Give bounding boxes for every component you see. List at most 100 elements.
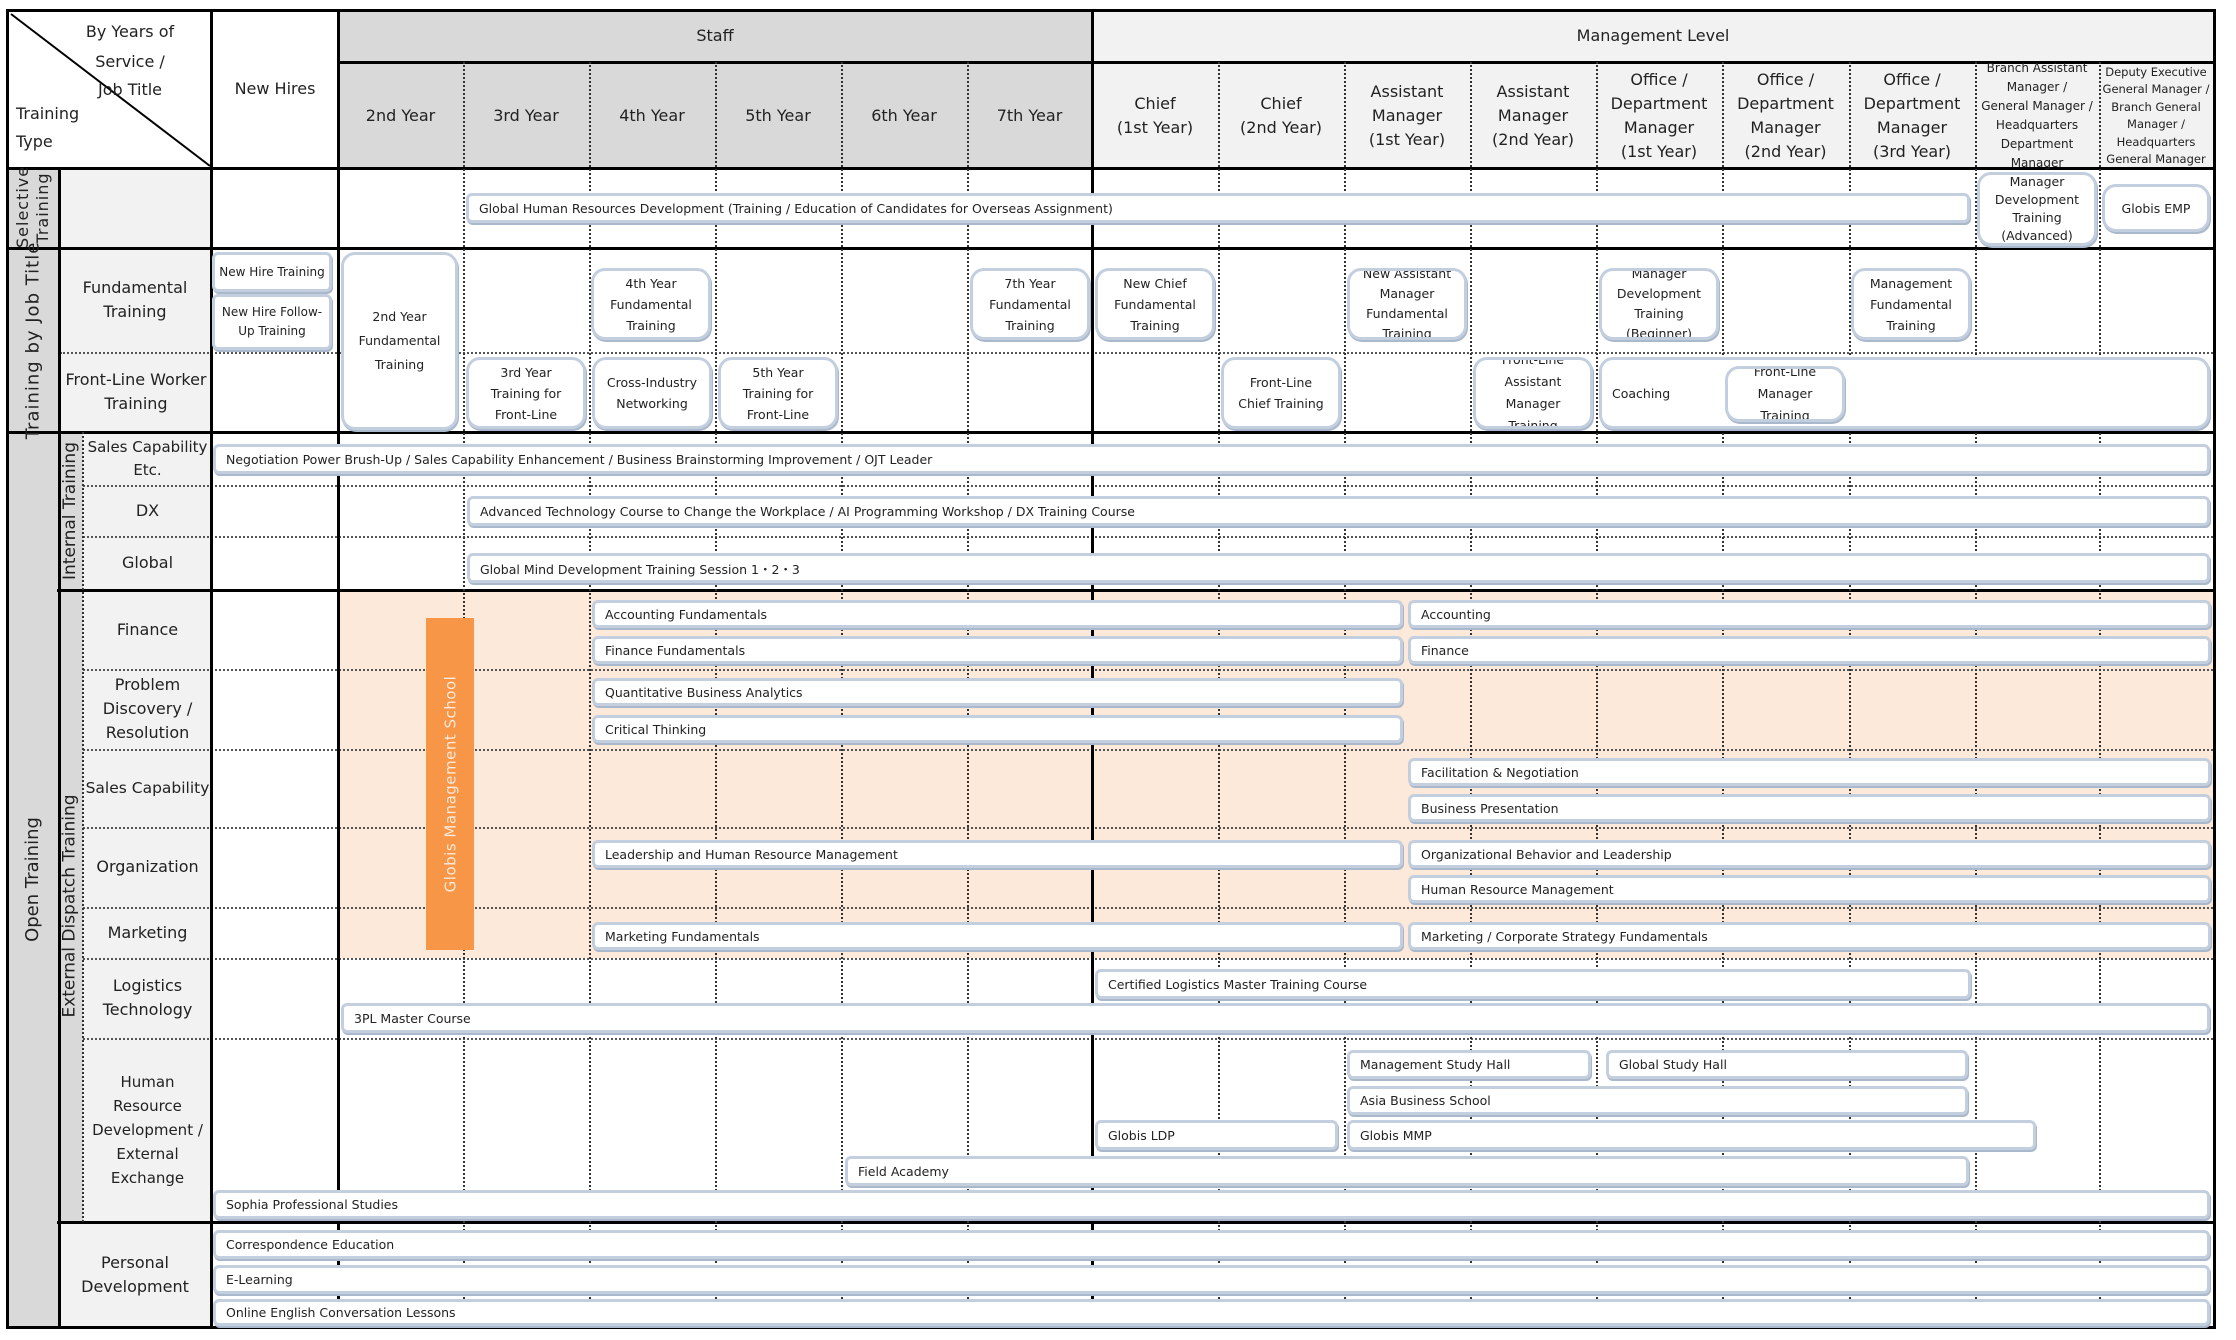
program-elearning[interactable]: E-Learning <box>213 1265 2210 1294</box>
program-3pl-master[interactable]: 3PL Master Course <box>341 1003 2210 1033</box>
program-global-hr-development[interactable]: Global Human Resources Development (Trai… <box>466 193 1970 223</box>
row-label-personal: Personal Development <box>81 1252 189 1296</box>
header-management-column: Chief (1st Year) <box>1092 64 1218 168</box>
program-front-line-manager[interactable]: Front-Line Manager Training <box>1725 366 1845 422</box>
col-line-label <box>210 9 213 1329</box>
program-marketing-fundamentals[interactable]: Marketing Fundamentals <box>592 922 1403 950</box>
program-sophia-professional[interactable]: Sophia Professional Studies <box>213 1190 2210 1219</box>
program-internal-sales[interactable]: Negotiation Power Brush-Up / Sales Capab… <box>213 444 2210 474</box>
header-management-level: Management Level <box>1576 26 1730 45</box>
corner-axis-label: By Years of Service / Job Title <box>70 20 190 102</box>
header-management-column: Branch Assistant Manager / General Manager… <box>1975 61 2099 170</box>
program-hrm[interactable]: Human Resource Management <box>1408 875 2211 903</box>
header-management-column: Office / Department Manager (2nd Year) <box>1722 64 1849 168</box>
program-accounting[interactable]: Accounting <box>1408 600 2211 628</box>
program-business-presentation[interactable]: Business Presentation <box>1408 794 2211 822</box>
program-management-study-hall[interactable]: Management Study Hall <box>1347 1050 1591 1079</box>
border-right <box>2213 9 2216 1329</box>
globis-management-school-label: Globis Management School <box>441 675 459 893</box>
header-staff-column: 7th Year <box>996 106 1063 125</box>
program-accounting-fundamentals[interactable]: Accounting Fundamentals <box>592 600 1403 628</box>
row-label-global: Global <box>121 553 174 572</box>
line-internal-bottom <box>57 589 2215 592</box>
program-globis-emp[interactable]: Globis EMP <box>2102 184 2210 232</box>
program-4th-year-fundamental[interactable]: 4th Year Fundamental Training <box>591 268 711 340</box>
header-line: (1st Year) <box>1620 142 1698 161</box>
header-management-column: Assistant Manager (2nd Year) <box>1470 64 1596 168</box>
header-line: Deputy Executive <box>2105 64 2207 79</box>
column-separator <box>2099 62 2101 1327</box>
program-org-behavior[interactable]: Organizational Behavior and Leadership <box>1408 840 2211 868</box>
program-internal-dx[interactable]: Advanced Technology Course to Change the… <box>467 496 2210 526</box>
header-line: Manager <box>1750 118 1821 137</box>
row-sep <box>83 749 2213 751</box>
program-finance[interactable]: Finance <box>1408 636 2211 664</box>
category-external: External Dispatch Training <box>58 590 82 1222</box>
row-sep <box>83 958 2213 960</box>
program-cross-industry[interactable]: Cross-Industry Networking <box>592 357 712 429</box>
header-line: (2nd Year) <box>1492 130 1574 149</box>
program-globis-ldp[interactable]: Globis LDP <box>1095 1120 1338 1150</box>
program-certified-logistics[interactable]: Certified Logistics Master Training Cour… <box>1095 969 1971 999</box>
row-sep <box>83 485 2213 487</box>
row-label-finance: Finance <box>116 619 179 639</box>
header-new-hires: New Hires <box>234 79 316 98</box>
program-globis-mmp[interactable]: Globis MMP <box>1347 1120 2036 1150</box>
header-line: Headquarters <box>1995 118 2079 132</box>
program-new-am-fundamental[interactable]: New Assistant Manager Fundamental Traini… <box>1347 268 1467 340</box>
program-new-hire-follow-up[interactable]: New Hire Follow-Up Training <box>212 294 332 350</box>
row-label-marketing: Marketing <box>107 922 188 942</box>
header-line: Manager <box>1497 106 1569 125</box>
header-line: Office / <box>1883 70 1941 89</box>
program-correspondence[interactable]: Correspondence Education <box>213 1230 2210 1259</box>
program-leadership-hrm[interactable]: Leadership and Human Resource Management <box>592 840 1403 868</box>
program-front-line-am[interactable]: Front-Line Assistant Manager Training <box>1473 357 1593 429</box>
category-external-label: External Dispatch Training <box>60 794 80 1018</box>
row-label-problem: Problem Discovery / Resolution <box>102 675 193 742</box>
program-3rd-year-front-line[interactable]: 3rd Year Training for Front-Line <box>466 357 586 429</box>
program-global-study-hall[interactable]: Global Study Hall <box>1606 1050 1968 1079</box>
column-separator <box>589 62 591 1327</box>
program-front-line-chief[interactable]: Front-Line Chief Training <box>1221 357 1341 429</box>
header-line: General Manager / <box>1981 99 2093 113</box>
program-new-chief-fundamental[interactable]: New Chief Fundamental Training <box>1095 268 1215 340</box>
program-manager-dev-advanced[interactable]: Manager Development Training (Advanced) <box>1977 172 2097 246</box>
program-2nd-year-fundamental[interactable]: 2nd Year Fundamental Training <box>341 252 458 430</box>
row-sep <box>83 536 2213 538</box>
corner-axis-line: Service / <box>95 52 165 71</box>
program-marketing-strategy[interactable]: Marketing / Corporate Strategy Fundament… <box>1408 922 2211 950</box>
header-line: Manager <box>1623 118 1695 137</box>
header-line: Office / <box>1630 70 1688 89</box>
header-staff-column: 2nd Year <box>365 106 436 125</box>
category-open: Open Training <box>7 432 57 1327</box>
program-management-fundamental[interactable]: Management Fundamental Training <box>1851 268 1971 340</box>
program-finance-fundamentals[interactable]: Finance Fundamentals <box>592 636 1403 664</box>
header-line: Manager / <box>2127 117 2185 131</box>
globis-management-school-bar[interactable]: Globis Management School <box>426 618 474 950</box>
header-line: Manager <box>1371 106 1443 125</box>
program-asia-business-school[interactable]: Asia Business School <box>1347 1086 1968 1115</box>
header-management-column: Office / Department Manager (1st Year) <box>1596 64 1722 168</box>
program-field-academy[interactable]: Field Academy <box>845 1156 1969 1186</box>
header-line: Headquarters <box>2116 134 2196 149</box>
program-5th-year-front-line[interactable]: 5th Year Training for Front-Line <box>718 357 838 429</box>
row-label-front-line: Front-Line Worker Training <box>65 370 207 413</box>
header-line: (1st Year) <box>1368 130 1446 149</box>
header-management-column: Chief (2nd Year) <box>1218 64 1344 168</box>
program-quantitative-analytics[interactable]: Quantitative Business Analytics <box>592 678 1403 706</box>
program-facilitation-negotiation[interactable]: Facilitation & Negotiation <box>1408 758 2211 786</box>
program-critical-thinking[interactable]: Critical Thinking <box>592 715 1403 743</box>
program-online-english[interactable]: Online English Conversation Lessons <box>213 1299 2210 1326</box>
program-manager-dev-beginner[interactable]: Manager Development Training (Beginner) <box>1599 268 1719 340</box>
header-staff-column: 5th Year <box>745 106 811 125</box>
col-line-sub <box>82 432 84 1222</box>
category-internal: Internal Training <box>58 432 82 590</box>
header-line: General Manager <box>2106 152 2206 166</box>
program-new-hire[interactable]: New Hire Training <box>212 252 332 292</box>
program-7th-year-fundamental[interactable]: 7th Year Fundamental Training <box>970 268 1090 340</box>
corner-axis-line: Job Title <box>97 80 163 99</box>
program-internal-global[interactable]: Global Mind Development Training Session… <box>467 553 2210 583</box>
program-coaching[interactable]: Coaching <box>1599 357 2210 429</box>
header-line: Department <box>1610 94 1708 113</box>
header-management-column: Office / Department Manager (3rd Year) <box>1849 64 1975 168</box>
